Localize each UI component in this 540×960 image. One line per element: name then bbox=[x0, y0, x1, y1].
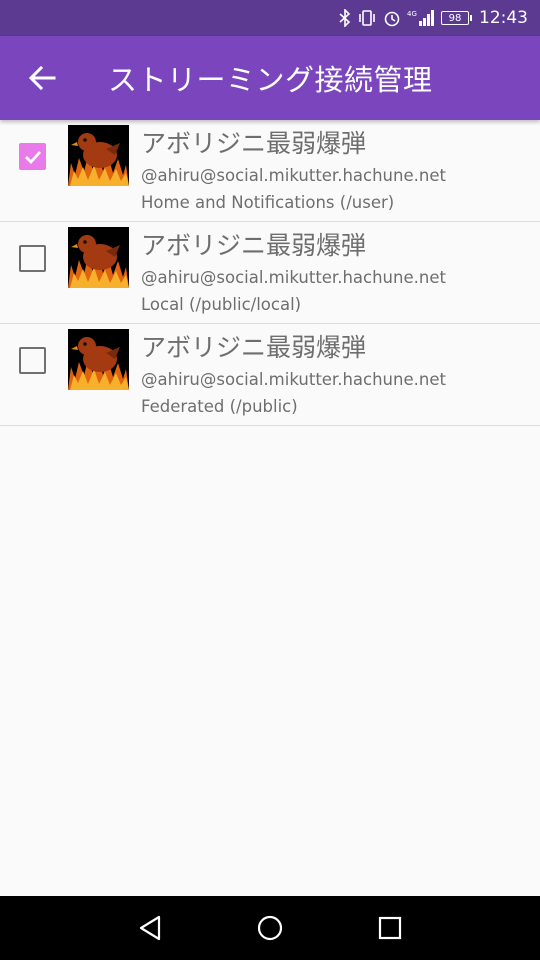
back-button[interactable] bbox=[0, 36, 84, 120]
page-title: ストリーミング接続管理 bbox=[108, 63, 433, 97]
app-bar: ストリーミング接続管理 bbox=[0, 36, 540, 120]
status-bar: 4G 98 12:43 bbox=[0, 0, 540, 36]
home-circle-icon bbox=[257, 915, 283, 941]
account-handle: @ahiru@social.mikutter.hachune.net bbox=[141, 268, 446, 287]
stream-type: Home and Notifications (/user) bbox=[141, 193, 395, 212]
nav-back-button[interactable] bbox=[110, 896, 190, 960]
stream-type: Federated (/public) bbox=[141, 397, 298, 416]
arrow-back-icon bbox=[28, 65, 56, 91]
recents-square-icon bbox=[378, 916, 402, 940]
avatar bbox=[68, 227, 129, 288]
nav-home-button[interactable] bbox=[230, 896, 310, 960]
check-icon bbox=[24, 150, 41, 164]
display-name: アボリジニ最弱爆弾 bbox=[141, 231, 367, 260]
stream-checkbox[interactable] bbox=[19, 347, 46, 374]
display-name: アボリジニ最弱爆弾 bbox=[141, 333, 367, 362]
list-item[interactable]: アボリジニ最弱爆弾 @ahiru@social.mikutter.hachune… bbox=[0, 120, 540, 222]
nav-recents-button[interactable] bbox=[350, 896, 430, 960]
account-handle: @ahiru@social.mikutter.hachune.net bbox=[141, 166, 446, 185]
list-item[interactable]: アボリジニ最弱爆弾 @ahiru@social.mikutter.hachune… bbox=[0, 324, 540, 426]
navigation-bar bbox=[0, 896, 540, 960]
stream-list: アボリジニ最弱爆弾 @ahiru@social.mikutter.hachune… bbox=[0, 120, 540, 426]
avatar bbox=[68, 125, 129, 186]
avatar bbox=[68, 329, 129, 390]
account-handle: @ahiru@social.mikutter.hachune.net bbox=[141, 370, 446, 389]
display-name: アボリジニ最弱爆弾 bbox=[141, 129, 367, 158]
signal-icon: 4G bbox=[407, 8, 435, 28]
svg-text:4G: 4G bbox=[407, 10, 417, 18]
status-time: 12:43 bbox=[479, 8, 528, 28]
list-item[interactable]: アボリジニ最弱爆弾 @ahiru@social.mikutter.hachune… bbox=[0, 222, 540, 324]
bluetooth-icon bbox=[339, 8, 351, 28]
alarm-icon bbox=[383, 8, 401, 28]
stream-checkbox[interactable] bbox=[19, 245, 46, 272]
back-triangle-icon bbox=[139, 915, 161, 941]
battery-level: 98 bbox=[448, 12, 462, 24]
stream-checkbox[interactable] bbox=[19, 143, 46, 170]
vibrate-icon bbox=[357, 8, 377, 28]
stream-type: Local (/public/local) bbox=[141, 295, 302, 314]
battery-icon: 98 bbox=[441, 11, 472, 25]
